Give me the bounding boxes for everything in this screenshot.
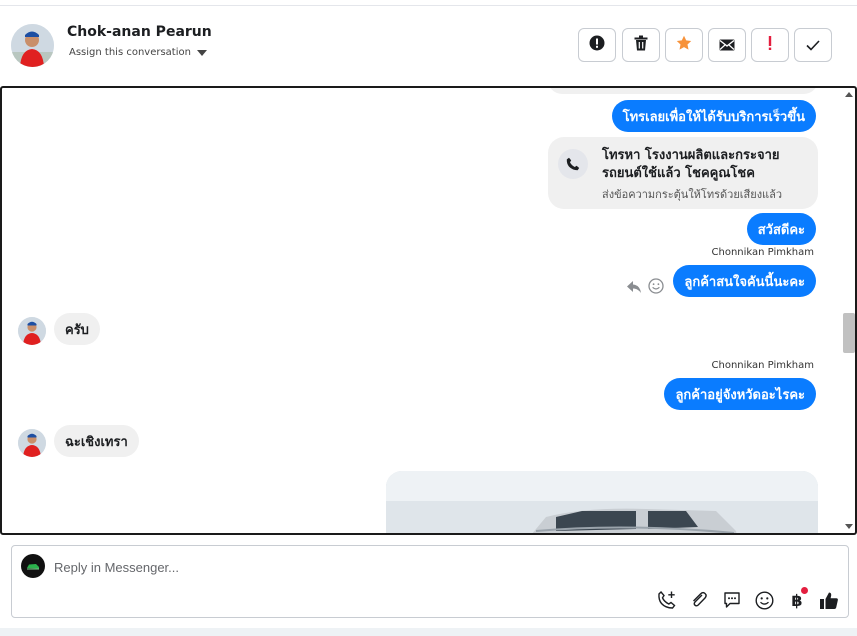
- scroll-up-arrow-icon[interactable]: [845, 92, 853, 97]
- mark-done-button[interactable]: [794, 28, 832, 62]
- check-icon: [806, 36, 820, 55]
- page-avatar: [21, 554, 45, 578]
- notification-dot: [801, 587, 808, 594]
- trash-icon: [634, 35, 648, 55]
- caret-down-icon: [196, 49, 207, 56]
- react-emoji-icon[interactable]: [648, 278, 664, 298]
- delete-button[interactable]: [622, 28, 660, 62]
- contact-avatar[interactable]: [11, 24, 54, 67]
- reply-composer: ฿: [11, 545, 849, 618]
- contact-avatar-small: [18, 429, 46, 457]
- star-button[interactable]: [665, 28, 703, 62]
- sender-name: Chonnikan Pimkham: [711, 247, 814, 258]
- inbox-conversation-view: Chok-anan Pearun Assign this conversatio…: [0, 0, 857, 636]
- call-request-card: โทรหา โรงงานผลิตและกระจาย รถยนต์ใช้แล้ว …: [548, 137, 818, 209]
- contact-avatar-small: [18, 317, 46, 345]
- assign-conversation-dropdown[interactable]: Assign this conversation: [69, 47, 207, 58]
- baht-icon: ฿: [791, 590, 803, 610]
- baht-payment-icon[interactable]: ฿: [786, 587, 808, 611]
- previous-message-bubble: [548, 88, 818, 94]
- reply-icon[interactable]: [626, 279, 642, 298]
- message-bubble-outgoing: โทรเลยเพื่อให้ได้รับบริการเร็วขึ้น: [611, 100, 816, 132]
- message-actions: [626, 278, 664, 298]
- sender-name: Chonnikan Pimkham: [711, 360, 814, 371]
- mark-spam-button[interactable]: [578, 28, 616, 62]
- saved-reply-icon[interactable]: [721, 589, 743, 611]
- call-card-title: โทรหา โรงงานผลิตและกระจาย รถยนต์ใช้แล้ว …: [602, 148, 780, 181]
- message-bubble-outgoing: ลูกค้าสนใจคันนี้นะคะ: [673, 265, 816, 297]
- car-photo-attachment[interactable]: [386, 471, 818, 533]
- paperclip-icon[interactable]: [688, 589, 710, 611]
- scrollbar[interactable]: [843, 88, 855, 533]
- reply-input[interactable]: [54, 554, 754, 580]
- phone-icon: [558, 149, 588, 179]
- top-divider: [0, 5, 857, 6]
- message-bubble-incoming: ฉะเชิงเทรา: [54, 425, 139, 457]
- phone-plus-icon[interactable]: [656, 589, 678, 611]
- message-bubble-incoming: ครับ: [54, 313, 100, 345]
- mark-important-button[interactable]: [751, 28, 789, 62]
- bottom-edge: [0, 628, 857, 636]
- thumbs-up-icon[interactable]: [818, 589, 840, 611]
- exclamation-icon: [767, 35, 773, 55]
- message-bubble-outgoing: ลูกค้าอยู่จังหวัดอะไรคะ: [664, 378, 816, 410]
- star-icon: [676, 35, 692, 55]
- message-thread[interactable]: โทรเลยเพื่อให้ได้รับบริการเร็วขึ้น โทรหา…: [0, 86, 857, 535]
- envelope-icon: [719, 36, 735, 55]
- assign-label: Assign this conversation: [69, 47, 191, 58]
- emoji-icon[interactable]: [753, 589, 775, 611]
- contact-name: Chok-anan Pearun: [67, 24, 212, 40]
- alert-circle-icon: [589, 35, 605, 55]
- scrollbar-thumb[interactable]: [843, 313, 855, 353]
- call-card-subtitle: ส่งข้อความกระตุ้นให้โทรด้วยเสียงแล้ว: [602, 188, 783, 201]
- scroll-down-arrow-icon[interactable]: [845, 524, 853, 529]
- message-bubble-outgoing: สวัสดีคะ: [746, 213, 816, 245]
- mark-unread-button[interactable]: [708, 28, 746, 62]
